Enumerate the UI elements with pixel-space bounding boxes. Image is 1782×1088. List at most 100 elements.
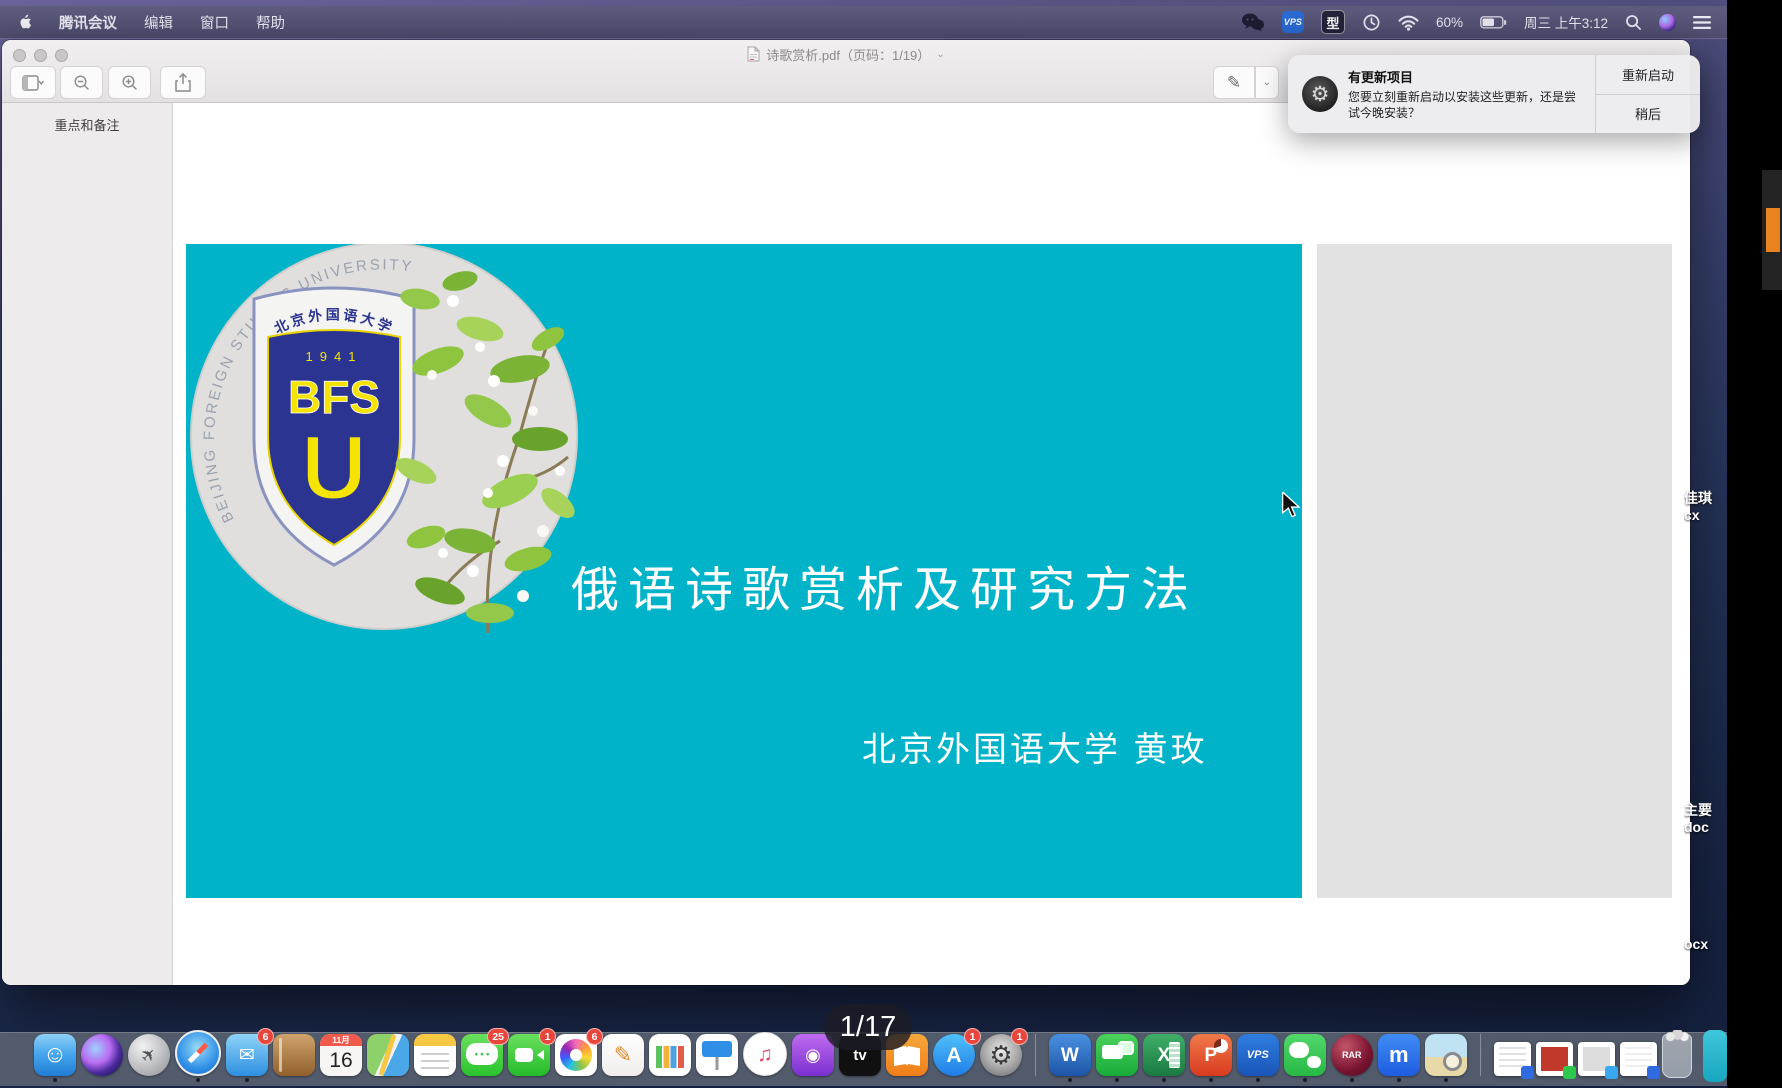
launchpad-icon[interactable]: ✈	[128, 1034, 170, 1076]
dock-trash[interactable]	[1662, 1034, 1691, 1078]
preview-icon[interactable]	[1425, 1034, 1467, 1076]
badge: 6	[257, 1028, 274, 1045]
dock-podcasts[interactable]: ◉	[792, 1034, 834, 1082]
numbers-icon[interactable]	[649, 1034, 691, 1076]
menubar-clock[interactable]: 周三 上午3:12	[1524, 12, 1608, 32]
contacts-icon[interactable]	[273, 1034, 315, 1076]
dock-minimized-window-red[interactable]	[1536, 1042, 1573, 1076]
dock-powerpoint[interactable]: P	[1190, 1034, 1232, 1082]
menu-help[interactable]: 帮助	[256, 12, 285, 33]
dock-minimized-window-doc[interactable]	[1494, 1042, 1531, 1076]
vps-status-icon[interactable]: VPS	[1282, 11, 1304, 33]
maps-icon[interactable]	[367, 1034, 409, 1076]
dock-numbers[interactable]	[649, 1034, 691, 1082]
notes-icon[interactable]	[414, 1034, 456, 1076]
notification-center-icon[interactable]	[1693, 15, 1711, 30]
markup-dropdown-button[interactable]: ⌄	[1255, 66, 1279, 99]
later-button[interactable]: 稍后	[1596, 95, 1700, 134]
dock-minimized-window-white[interactable]	[1620, 1042, 1657, 1076]
badge: 1	[1011, 1028, 1028, 1045]
app-store-icon[interactable]: A1	[933, 1034, 975, 1076]
dock-music[interactable]: ♫	[743, 1032, 787, 1082]
system-preferences-gear-icon: ⚙	[1302, 76, 1338, 112]
messages-icon[interactable]: 25	[461, 1034, 503, 1076]
preview-window: 诗歌赏析.pdf（页码：1/19） ⌄ ✎ ⌄ 重点和备注	[2, 40, 1690, 985]
dock-excel[interactable]: X	[1143, 1034, 1185, 1082]
dock-notes[interactable]	[414, 1034, 456, 1082]
rar-archiver-icon[interactable]: RAR	[1331, 1034, 1373, 1076]
dock-pages[interactable]: ✎	[602, 1034, 644, 1082]
wechat-status-icon[interactable]	[1241, 12, 1265, 32]
menu-app-name[interactable]: 腾讯会议	[59, 12, 117, 33]
dock-messages[interactable]: 25	[461, 1034, 503, 1082]
music-icon[interactable]: ♫	[743, 1032, 787, 1076]
dock-siri[interactable]	[81, 1034, 123, 1082]
siri-icon[interactable]	[1659, 14, 1676, 31]
dock-facetime[interactable]: 1	[508, 1034, 550, 1082]
word-icon[interactable]: W	[1049, 1034, 1091, 1076]
zoom-in-button[interactable]	[108, 66, 151, 99]
input-method-icon[interactable]: 型	[1321, 10, 1345, 34]
safari-icon[interactable]	[175, 1030, 221, 1076]
dock-voov-meeting[interactable]: m	[1378, 1034, 1420, 1082]
running-indicator	[1350, 1078, 1354, 1082]
wifi-icon[interactable]	[1398, 14, 1419, 31]
menu-edit[interactable]: 编辑	[144, 12, 173, 33]
apple-menu-icon[interactable]	[16, 13, 32, 32]
vps-app-icon[interactable]: VPS	[1237, 1034, 1279, 1076]
dock-launchpad[interactable]: ✈	[128, 1034, 170, 1082]
system-preferences-icon[interactable]: ⚙1	[980, 1034, 1022, 1076]
running-indicator	[53, 1078, 57, 1082]
desktop-file-label[interactable]: 主要doc	[1684, 802, 1726, 836]
desktop-file-label[interactable]: 佳琪cx	[1684, 490, 1726, 524]
dock-mail[interactable]: ✉6	[226, 1034, 268, 1082]
share-button[interactable]	[160, 66, 206, 99]
dock-minimized-window-gray[interactable]	[1578, 1042, 1615, 1076]
title-chevron-icon[interactable]: ⌄	[936, 49, 944, 60]
notification-title: 有更新项目	[1348, 67, 1595, 86]
sidebar-toggle-button[interactable]	[10, 66, 56, 99]
wechat-icon[interactable]	[1284, 1034, 1326, 1076]
calendar-icon[interactable]: 11月16	[320, 1034, 362, 1076]
dock-tencent-meeting[interactable]	[1096, 1034, 1138, 1082]
dock-finder[interactable]: ☺	[34, 1034, 76, 1082]
time-machine-icon[interactable]	[1362, 13, 1381, 32]
mail-icon[interactable]: ✉6	[226, 1034, 268, 1076]
pages-icon[interactable]: ✎	[602, 1034, 644, 1076]
dock-vps-app[interactable]: VPS	[1237, 1034, 1279, 1082]
dock-system-preferences[interactable]: ⚙1	[980, 1034, 1022, 1082]
dock-wechat[interactable]	[1284, 1034, 1326, 1082]
dock-preview[interactable]	[1425, 1034, 1467, 1082]
screen: 腾讯会议 编辑 窗口 帮助 VPS 型 60% 周三 上午3:12	[0, 0, 1782, 1088]
svg-text:U: U	[301, 417, 367, 519]
keynote-icon[interactable]	[696, 1034, 738, 1076]
dock-app-store[interactable]: A1	[933, 1034, 975, 1082]
facetime-icon[interactable]: 1	[508, 1034, 550, 1076]
tencent-meeting-icon[interactable]	[1096, 1034, 1138, 1076]
running-indicator	[1303, 1078, 1307, 1082]
siri-icon[interactable]	[81, 1034, 123, 1076]
photos-icon[interactable]: 6	[555, 1034, 597, 1076]
dock-calendar[interactable]: 11月16	[320, 1034, 362, 1082]
markup-pen-button[interactable]: ✎	[1213, 66, 1255, 99]
dock-contacts[interactable]	[273, 1034, 315, 1082]
badge: 6	[586, 1028, 603, 1045]
spotlight-icon[interactable]	[1625, 14, 1642, 31]
desktop-file-label[interactable]: ocx	[1684, 936, 1726, 953]
restart-button[interactable]: 重新启动	[1596, 55, 1700, 95]
slide-subtitle: 北京外国语大学 黄玫	[862, 722, 1207, 771]
zoom-out-button[interactable]	[60, 66, 103, 99]
powerpoint-icon[interactable]: P	[1190, 1034, 1232, 1076]
dock-safari[interactable]	[175, 1030, 221, 1082]
dock-maps[interactable]	[367, 1034, 409, 1082]
menu-window[interactable]: 窗口	[200, 12, 229, 33]
excel-icon[interactable]: X	[1143, 1034, 1185, 1076]
dock-word[interactable]: W	[1049, 1034, 1091, 1082]
finder-icon[interactable]: ☺	[34, 1034, 76, 1076]
dock-rar-archiver[interactable]: RAR	[1331, 1034, 1373, 1082]
battery-icon[interactable]	[1480, 16, 1507, 29]
dock-photos[interactable]: 6	[555, 1034, 597, 1082]
dock-keynote[interactable]	[696, 1034, 738, 1082]
voov-meeting-icon[interactable]: m	[1378, 1034, 1420, 1076]
window-title: 诗歌赏析.pdf（页码：1/19）	[766, 45, 930, 64]
